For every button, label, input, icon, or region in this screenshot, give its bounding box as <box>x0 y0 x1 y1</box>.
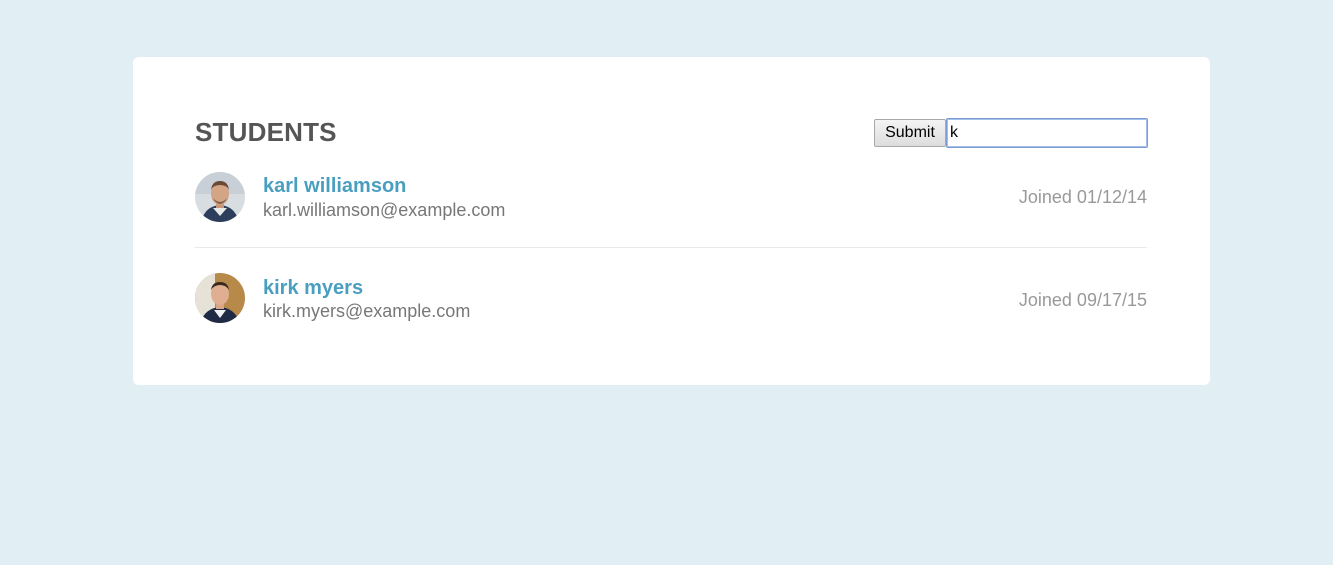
avatar-photo-icon <box>195 172 245 222</box>
student-list: karl williamson karl.williamson@example.… <box>195 171 1147 349</box>
avatar <box>195 273 245 323</box>
joined-date: Joined 09/17/15 <box>1018 290 1147 310</box>
list-item: kirk myers kirk.myers@example.com Joined… <box>195 247 1147 349</box>
student-email: karl.williamson@example.com <box>263 200 506 220</box>
avatar <box>195 172 245 222</box>
avatar-photo-icon <box>195 273 245 323</box>
student-name-link[interactable]: kirk myers <box>263 277 363 299</box>
list-item: karl williamson karl.williamson@example.… <box>195 171 1147 247</box>
search-input[interactable] <box>946 118 1148 148</box>
search-form: Submit <box>874 118 1148 148</box>
submit-button[interactable]: Submit <box>874 119 946 147</box>
page-title: STUDENTS <box>195 117 337 147</box>
student-name-link[interactable]: karl williamson <box>263 175 406 197</box>
joined-date: Joined 01/12/14 <box>1018 187 1147 207</box>
students-card: STUDENTS Submit karl williamson karl.wil… <box>133 57 1210 385</box>
student-email: kirk.myers@example.com <box>263 301 471 321</box>
